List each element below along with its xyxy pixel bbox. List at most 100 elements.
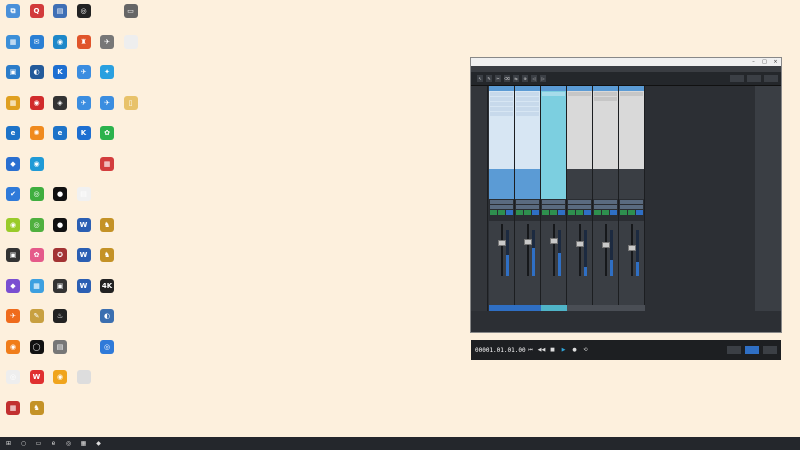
volume-fader[interactable]	[595, 224, 616, 279]
desktop-icon[interactable]: ♜	[71, 34, 97, 50]
insert-slot[interactable]	[594, 92, 617, 96]
taskbar-app-icon[interactable]: ▭	[34, 439, 43, 448]
channel-name[interactable]	[567, 305, 593, 311]
io-route[interactable]	[620, 205, 643, 209]
tool-button-icon[interactable]: ▷	[540, 75, 546, 82]
record-button[interactable]	[636, 210, 643, 215]
desktop-icon[interactable]: ♞	[94, 217, 120, 233]
desktop-icon[interactable]: ✈	[94, 34, 120, 50]
desktop-icon[interactable]: 4K	[94, 278, 120, 294]
send-list[interactable]	[567, 169, 592, 199]
minimize-icon[interactable]: –	[748, 59, 759, 65]
toolbar-right-button[interactable]	[747, 75, 761, 82]
solo-button[interactable]	[550, 210, 557, 215]
desktop-icon[interactable]	[71, 370, 97, 385]
solo-button[interactable]	[498, 210, 505, 215]
taskbar-app-icon[interactable]: ○	[19, 439, 28, 448]
desktop-icon[interactable]: ✈	[0, 309, 26, 324]
desktop-icon[interactable]: e	[0, 126, 26, 141]
mute-button[interactable]	[490, 210, 497, 215]
channel-name[interactable]	[619, 305, 645, 311]
desktop-icon[interactable]: ✺	[24, 126, 50, 141]
tool-button-icon[interactable]: ⌫	[504, 75, 510, 82]
mute-button[interactable]	[516, 210, 523, 215]
maximize-icon[interactable]: □	[759, 59, 770, 65]
desktop-icon[interactable]: ◈	[47, 95, 73, 111]
volume-fader[interactable]	[621, 224, 642, 279]
io-route[interactable]	[568, 200, 591, 204]
io-route[interactable]	[542, 205, 565, 209]
solo-button[interactable]	[524, 210, 531, 215]
io-route[interactable]	[594, 205, 617, 209]
fader-cap[interactable]	[524, 239, 532, 245]
desktop-icon[interactable]: ✔	[0, 187, 26, 202]
desktop-icon[interactable]: ◉	[0, 339, 26, 355]
desktop-icon[interactable]	[118, 34, 144, 50]
record-button[interactable]	[584, 210, 591, 215]
taskbar-app-icon[interactable]: ▦	[79, 439, 88, 448]
desktop-icon[interactable]: ✪	[47, 248, 73, 263]
desktop-icon[interactable]: W	[24, 370, 50, 385]
mute-button[interactable]	[542, 210, 549, 215]
fader-cap[interactable]	[628, 245, 636, 251]
record-button[interactable]	[506, 210, 513, 215]
tool-button-icon[interactable]: ⇆	[513, 75, 519, 82]
desktop-icon[interactable]: ♞	[94, 248, 120, 263]
channel-name[interactable]	[515, 305, 541, 311]
desktop-icon[interactable]: ♞	[24, 400, 50, 416]
channel-name[interactable]	[489, 305, 515, 311]
io-route[interactable]	[568, 205, 591, 209]
io-route[interactable]	[490, 200, 513, 204]
desktop-icon[interactable]: ✿	[94, 126, 120, 141]
solo-button[interactable]	[602, 210, 609, 215]
tool-button-icon[interactable]: ✎	[486, 75, 492, 82]
desktop-icon[interactable]: ●	[47, 187, 73, 202]
volume-fader[interactable]	[491, 224, 512, 279]
rewind-icon[interactable]: ◀◀	[538, 347, 546, 354]
view-tab[interactable]	[727, 346, 741, 354]
io-route[interactable]	[490, 205, 513, 209]
tool-button-icon[interactable]: ✂	[495, 75, 501, 82]
insert-slot[interactable]	[516, 92, 539, 96]
desktop-icon[interactable]: ◉	[24, 156, 50, 172]
fader-cap[interactable]	[550, 238, 558, 244]
tool-button-icon[interactable]: ◁	[531, 75, 537, 82]
desktop-icon[interactable]: ▯	[118, 95, 144, 111]
io-route[interactable]	[516, 205, 539, 209]
desktop-icon[interactable]: ●	[47, 217, 73, 233]
insert-slot[interactable]	[490, 102, 513, 106]
mute-button[interactable]	[620, 210, 627, 215]
desktop-icon[interactable]: ◉	[24, 95, 50, 111]
volume-fader[interactable]	[569, 224, 590, 279]
desktop-icon[interactable]: ▦	[0, 34, 26, 50]
volume-fader[interactable]	[543, 224, 564, 279]
fader-cap[interactable]	[602, 242, 610, 248]
desktop-icon[interactable]: ▦	[0, 400, 26, 416]
desktop-icon[interactable]: ✿	[24, 248, 50, 263]
io-route[interactable]	[516, 200, 539, 204]
desktop-icon[interactable]: ◉	[47, 370, 73, 385]
desktop-icon[interactable]: ◐	[94, 309, 120, 324]
record-button[interactable]	[532, 210, 539, 215]
desktop-icon[interactable]: ✈	[71, 65, 97, 80]
desktop-icon[interactable]: ◐	[24, 65, 50, 80]
desktop-icon[interactable]: e	[47, 126, 73, 141]
record-icon[interactable]: ●	[571, 347, 578, 354]
desktop-icon[interactable]: ✦	[94, 65, 120, 80]
desktop-icon[interactable]: ◉	[47, 34, 73, 50]
stop-icon[interactable]: ■	[549, 347, 556, 354]
io-route[interactable]	[594, 200, 617, 204]
desktop-icon[interactable]: ◆	[0, 278, 26, 294]
insert-slot[interactable]	[516, 97, 539, 101]
desktop-icon[interactable]: ◉	[0, 217, 26, 233]
desktop-icon[interactable]: ✈	[71, 95, 97, 111]
insert-slot[interactable]	[490, 107, 513, 111]
desktop-icon[interactable]: K	[47, 65, 73, 80]
desktop-icon[interactable]: W	[71, 248, 97, 263]
channel-name[interactable]	[541, 305, 567, 311]
insert-slot[interactable]	[568, 92, 591, 96]
insert-slot[interactable]	[542, 92, 565, 96]
taskbar-app-icon[interactable]: ◎	[64, 439, 73, 448]
desktop-icon[interactable]: ▤	[47, 4, 73, 19]
desktop-icon[interactable]: ✈	[94, 95, 120, 111]
